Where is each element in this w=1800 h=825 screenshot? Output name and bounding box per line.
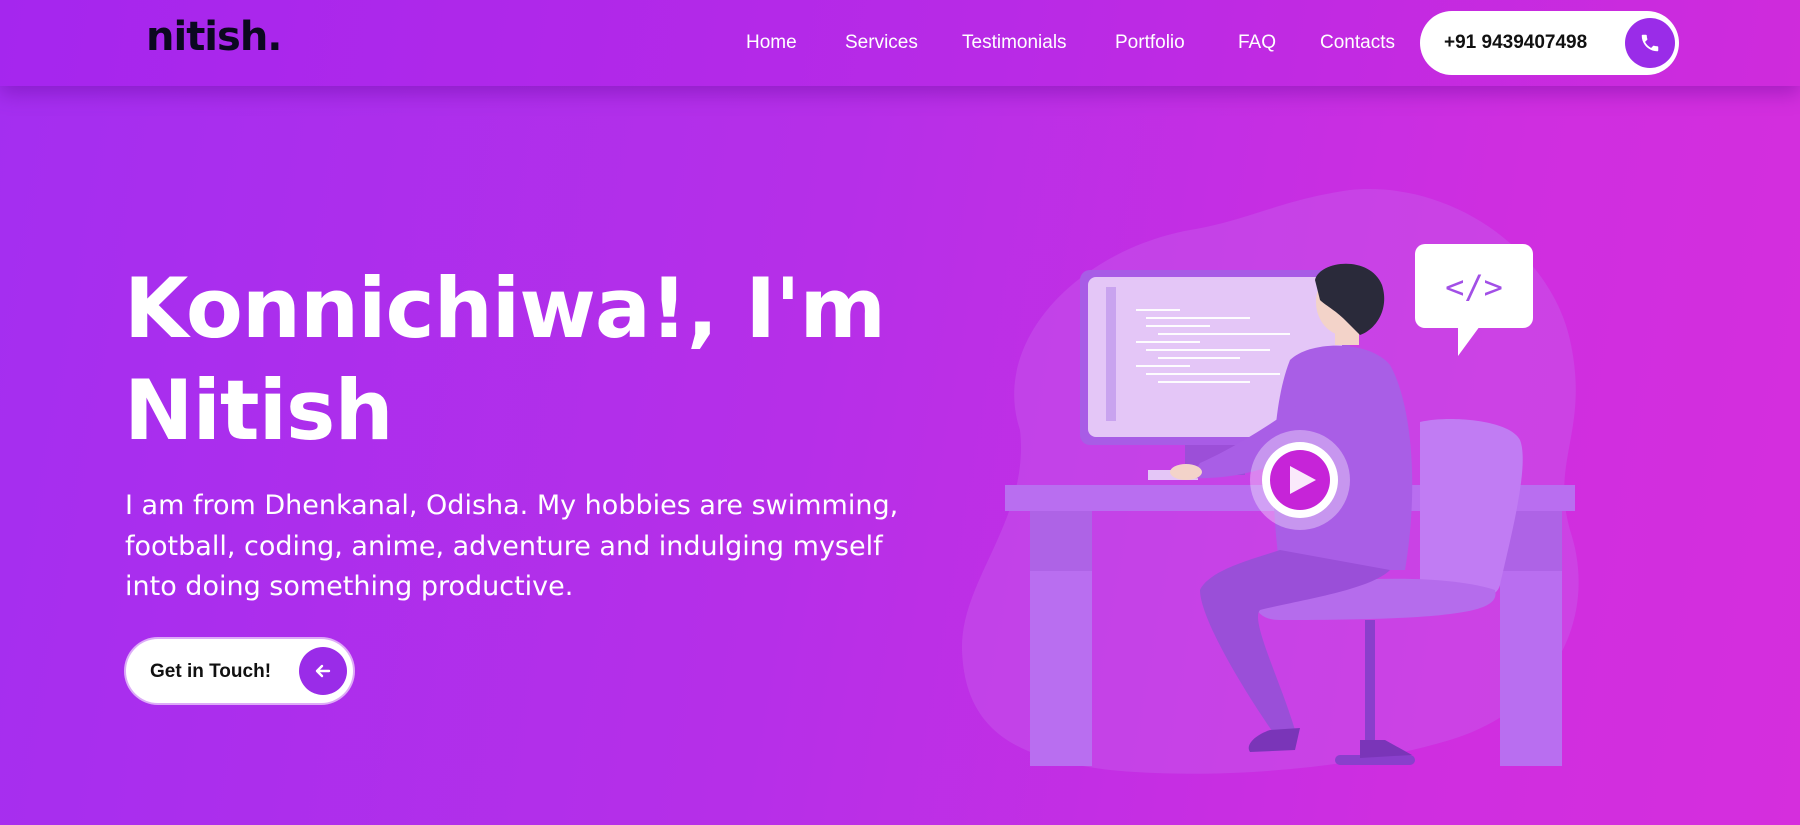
nav-contacts[interactable]: Contacts bbox=[1320, 32, 1395, 54]
phone-icon bbox=[1625, 18, 1675, 68]
developer-illustration: </> bbox=[961, 189, 1579, 774]
hero-title: Konnichiwa!, I'm Nitish bbox=[124, 258, 944, 462]
hero-title-line2: Nitish bbox=[124, 362, 394, 459]
nav-services[interactable]: Services bbox=[845, 32, 918, 54]
get-in-touch-label: Get in Touch! bbox=[150, 661, 272, 682]
hero-title-line1: Konnichiwa!, I'm bbox=[124, 260, 886, 357]
site-header: nitish. Home Services Testimonials Portf… bbox=[0, 0, 1800, 86]
phone-button[interactable]: +91 9439407498 bbox=[1420, 11, 1679, 75]
code-tag-text: </> bbox=[1445, 268, 1503, 306]
arrow-left-icon bbox=[299, 647, 347, 695]
nav-home[interactable]: Home bbox=[746, 32, 797, 54]
nav-portfolio[interactable]: Portfolio bbox=[1115, 32, 1185, 54]
play-button[interactable] bbox=[1250, 430, 1350, 530]
get-in-touch-button[interactable]: Get in Touch! bbox=[126, 639, 353, 703]
hero-description: I am from Dhenkanal, Odisha. My hobbies … bbox=[125, 490, 899, 602]
nav-testimonials[interactable]: Testimonials bbox=[962, 32, 1067, 54]
phone-number: +91 9439407498 bbox=[1444, 32, 1588, 53]
nav-faq[interactable]: FAQ bbox=[1238, 32, 1276, 54]
